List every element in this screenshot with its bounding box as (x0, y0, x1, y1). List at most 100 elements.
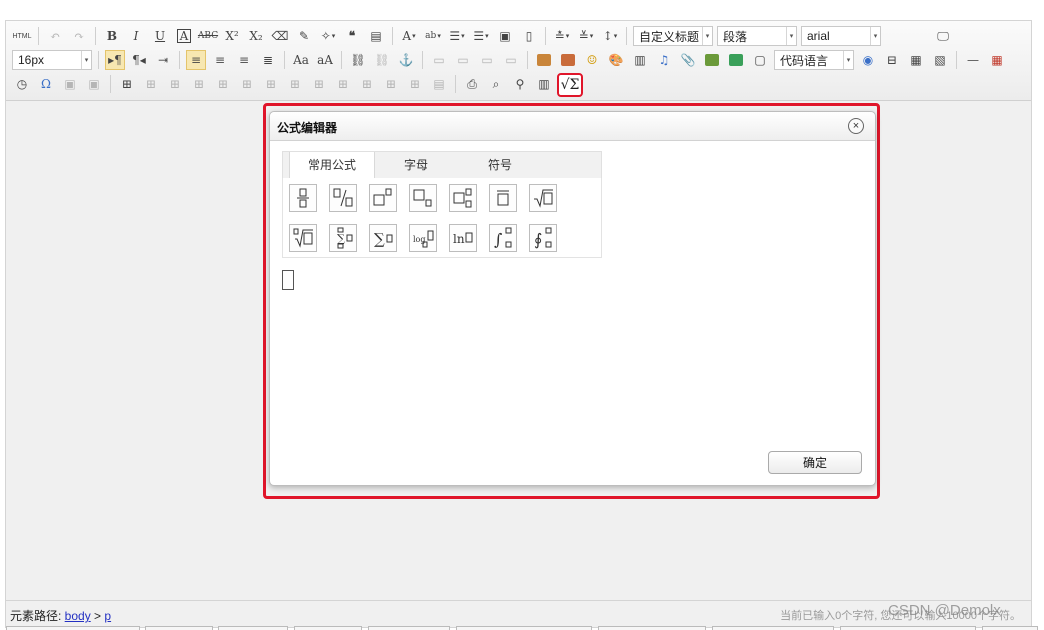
image-center-icon[interactable]: ▭ (501, 50, 521, 70)
preview-icon[interactable]: ⌕ (486, 74, 506, 94)
formula-fraction-button[interactable] (289, 184, 317, 212)
horizontal-rule-icon[interactable]: — (963, 50, 983, 70)
font-size-select[interactable]: 16px ▾ (12, 50, 92, 70)
confirm-button[interactable]: 确定 (768, 451, 862, 474)
align-justify-icon[interactable]: ≣ (258, 50, 278, 70)
merge-right-icon[interactable]: ⊞ (309, 74, 329, 94)
formula-overline-button[interactable] (489, 184, 517, 212)
bottom-tab[interactable] (456, 626, 592, 630)
formula-subscript-button[interactable] (409, 184, 437, 212)
format-brush-icon[interactable]: ✎ (294, 26, 314, 46)
element-path-body-link[interactable]: body (65, 609, 91, 623)
image-left-icon[interactable]: ▭ (453, 50, 473, 70)
merge-cells-icon[interactable]: ⊞ (285, 74, 305, 94)
clear-doc-icon[interactable]: ▯ (519, 26, 539, 46)
formula-log-button[interactable]: log (409, 224, 437, 252)
template-icon[interactable]: ▦ (906, 50, 926, 70)
tab-letters[interactable]: 字母 (375, 152, 457, 178)
formula-editor-button[interactable]: √Σ (557, 73, 583, 97)
paste-text-icon[interactable]: ▤ (366, 26, 386, 46)
image-none-icon[interactable]: ▭ (429, 50, 449, 70)
formula-sum-limits-button[interactable]: ∑ (329, 224, 357, 252)
emotion-icon[interactable]: ☺ (582, 50, 602, 70)
redo-icon[interactable]: ↷ (69, 26, 89, 46)
date-icon[interactable]: ▦ (987, 50, 1007, 70)
row-spacing-top-icon[interactable]: ≛ ▾ (552, 26, 572, 46)
background-icon[interactable]: ▧ (930, 50, 950, 70)
align-left-icon[interactable]: ≡ (186, 50, 206, 70)
web-app-icon[interactable]: ◉ (858, 50, 878, 70)
formula-sub-superscript-button[interactable] (449, 184, 477, 212)
merge-down-icon[interactable]: ⊞ (333, 74, 353, 94)
bottom-tab[interactable] (294, 626, 362, 630)
to-lower-case-icon[interactable]: aA (315, 50, 335, 70)
to-upper-case-icon[interactable]: Aa (291, 50, 311, 70)
direction-rtl-icon[interactable]: ¶◂ (129, 50, 149, 70)
time-icon[interactable]: ◷ (12, 74, 32, 94)
formula-nth-root-button[interactable] (289, 224, 317, 252)
formula-square-root-button[interactable] (529, 184, 557, 212)
superscript-icon[interactable]: X² (222, 26, 242, 46)
map-icon[interactable] (702, 50, 722, 70)
print-icon[interactable]: ⎙ (462, 74, 482, 94)
eraser-icon[interactable]: ⌫ (270, 26, 290, 46)
background-color-icon[interactable]: ab ▾ (423, 26, 443, 46)
music-icon[interactable]: ♫ (654, 50, 674, 70)
wordimage-icon[interactable]: ▣ (84, 74, 104, 94)
dialog-title-bar[interactable]: 公式编辑器 × (270, 112, 875, 141)
subscript-icon[interactable]: X₂ (246, 26, 266, 46)
unordered-list-icon[interactable]: ☰ ▾ (471, 26, 491, 46)
formula-ln-button[interactable]: ln (449, 224, 477, 252)
insert-table-icon[interactable]: ⊞ (117, 74, 137, 94)
scrawl-icon[interactable]: 🎨 (606, 50, 626, 70)
bottom-tab[interactable] (145, 626, 213, 630)
bottom-tab[interactable] (982, 626, 1038, 630)
paragraph-select[interactable]: 段落 ▾ (717, 26, 797, 46)
direction-ltr-icon[interactable]: ▸¶ (105, 50, 125, 70)
formula-contour-integral-button[interactable]: ∮ (529, 224, 557, 252)
formula-superscript-button[interactable] (369, 184, 397, 212)
autotypeset-icon[interactable]: ✧ ▾ (318, 26, 338, 46)
blockquote-icon[interactable]: ❝ (342, 26, 362, 46)
ordered-list-icon[interactable]: ☰ ▾ (447, 26, 467, 46)
search-replace-icon[interactable]: ⚲ (510, 74, 530, 94)
formula-inline-fraction-button[interactable] (329, 184, 357, 212)
insert-paragraph-before-table-icon[interactable]: ⊞ (165, 74, 185, 94)
undo-icon[interactable]: ↶ (45, 26, 65, 46)
delete-table-icon[interactable]: ⊞ (141, 74, 161, 94)
element-path-p-link[interactable]: p (104, 609, 111, 623)
custom-heading-select[interactable]: 自定义标题 ▾ (633, 26, 713, 46)
formula-sum-button[interactable]: ∑ (369, 224, 397, 252)
unlink-icon[interactable]: ⛓ (372, 50, 392, 70)
tab-symbols[interactable]: 符号 (459, 152, 541, 178)
insert-image-icon[interactable] (558, 50, 578, 70)
page-break-icon[interactable]: ⊟ (882, 50, 902, 70)
drafts-icon[interactable]: ▥ (534, 74, 554, 94)
charts-icon[interactable]: ▤ (429, 74, 449, 94)
simple-upload-icon[interactable] (534, 50, 554, 70)
bottom-tab[interactable] (840, 626, 976, 630)
snapscreen-icon[interactable]: ▣ (60, 74, 80, 94)
delete-col-icon[interactable]: ⊞ (261, 74, 281, 94)
insert-row-icon[interactable]: ⊞ (189, 74, 209, 94)
delete-row-icon[interactable]: ⊞ (213, 74, 233, 94)
attachment-icon[interactable]: 📎 (678, 50, 698, 70)
split-cols-icon[interactable]: ⊞ (405, 74, 425, 94)
insert-col-icon[interactable]: ⊞ (237, 74, 257, 94)
align-right-icon[interactable]: ≡ (234, 50, 254, 70)
gmap-icon[interactable] (726, 50, 746, 70)
bottom-tab[interactable] (712, 626, 834, 630)
font-family-select[interactable]: arial ▾ (801, 26, 881, 46)
bottom-tab[interactable] (368, 626, 450, 630)
formula-input-box[interactable] (282, 270, 294, 290)
bottom-tab[interactable] (598, 626, 706, 630)
bold-icon[interactable]: B (102, 26, 122, 46)
underline-icon[interactable]: U (150, 26, 170, 46)
line-height-icon[interactable]: ↕ ▾ (600, 26, 620, 46)
code-language-select[interactable]: 代码语言 ▾ (774, 50, 854, 70)
indent-icon[interactable]: ⇥ (153, 50, 173, 70)
split-cells-icon[interactable]: ⊞ (357, 74, 377, 94)
insert-frame-icon[interactable]: ▢ (750, 50, 770, 70)
strikethrough-icon[interactable]: ABC (198, 26, 218, 46)
fullscreen-icon[interactable]: 🖵 (933, 26, 953, 46)
